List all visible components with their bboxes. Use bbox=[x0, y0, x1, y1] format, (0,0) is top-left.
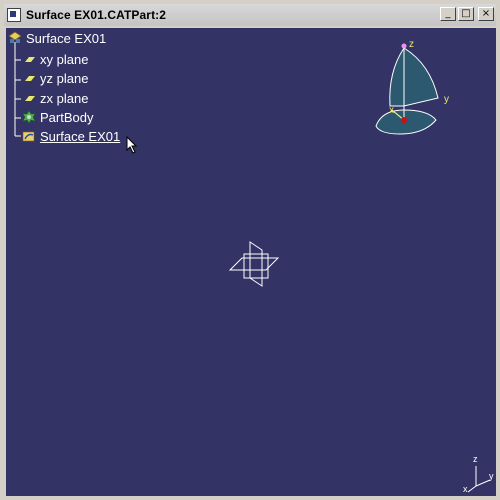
triad-y-label: y bbox=[489, 471, 494, 481]
axis-triad: z y x bbox=[462, 454, 496, 496]
tree-root-node[interactable]: Surface EX01 bbox=[8, 29, 106, 47]
tree-item-xy-plane[interactable]: xy plane bbox=[22, 50, 88, 68]
compass-widget[interactable]: z y x bbox=[370, 38, 450, 138]
tree-item-label: Surface EX01 bbox=[40, 128, 121, 144]
reference-planes-origin[interactable] bbox=[226, 236, 286, 296]
tree-root-label: Surface EX01 bbox=[26, 30, 107, 46]
plane-icon bbox=[22, 71, 36, 85]
tree-item-yz-plane[interactable]: yz plane bbox=[22, 69, 88, 87]
window-controls: _ □ × bbox=[440, 7, 494, 21]
mouse-cursor-icon bbox=[126, 136, 138, 154]
catia-document-window: Surface EX01.CATPart:2 _ □ × Surface EX0… bbox=[0, 0, 500, 500]
tree-item-label: zx plane bbox=[40, 90, 89, 106]
triad-z-label: z bbox=[473, 454, 478, 464]
compass-x-label: x bbox=[389, 105, 394, 116]
window-title: Surface EX01.CATPart:2 bbox=[26, 8, 167, 22]
specification-tree: Surface EX01 xy plane yz plane zx plane bbox=[6, 28, 206, 168]
tree-item-label: xy plane bbox=[40, 51, 89, 67]
part-root-icon bbox=[8, 31, 22, 45]
title-bar[interactable]: Surface EX01.CATPart:2 _ □ × bbox=[4, 4, 496, 26]
tree-item-geometrical-set[interactable]: Surface EX01 bbox=[22, 127, 120, 145]
plane-icon bbox=[22, 91, 36, 105]
triad-x-label: x bbox=[463, 484, 468, 494]
tree-item-partbody[interactable]: PartBody bbox=[22, 108, 93, 126]
geometrical-set-icon bbox=[22, 129, 36, 143]
3d-viewport[interactable]: Surface EX01 xy plane yz plane zx plane bbox=[6, 28, 496, 496]
minimize-button[interactable]: _ bbox=[440, 7, 456, 21]
tree-item-label: yz plane bbox=[40, 70, 89, 86]
compass-y-label: y bbox=[444, 94, 449, 105]
close-button[interactable]: × bbox=[478, 7, 494, 21]
catpart-document-icon bbox=[7, 8, 21, 22]
maximize-button[interactable]: □ bbox=[458, 7, 474, 21]
tree-item-label: PartBody bbox=[40, 109, 94, 125]
tree-item-zx-plane[interactable]: zx plane bbox=[22, 89, 88, 107]
partbody-icon bbox=[22, 110, 36, 124]
plane-icon bbox=[22, 52, 36, 66]
compass-z-label: z bbox=[409, 39, 414, 50]
compass-icon bbox=[375, 43, 439, 135]
